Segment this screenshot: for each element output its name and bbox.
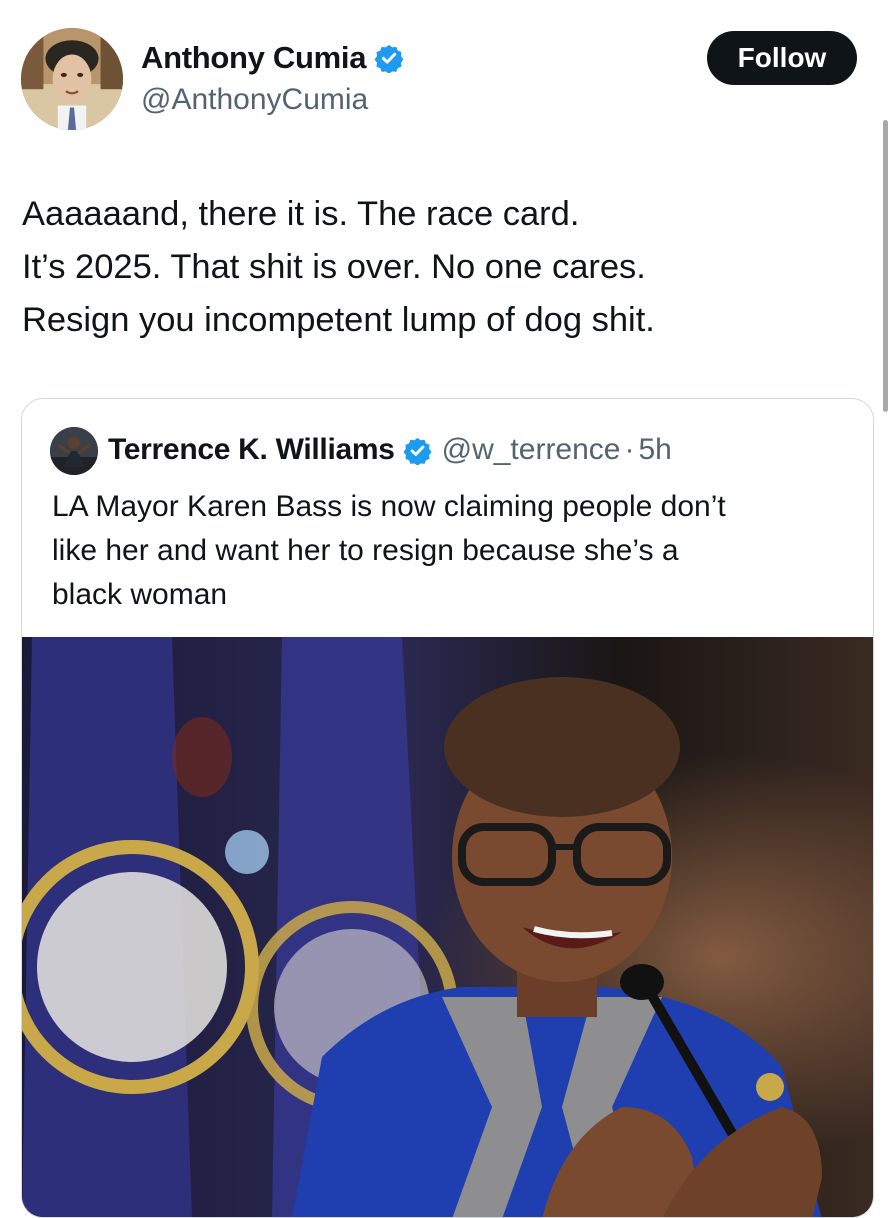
quoted-text-line: black woman [52, 578, 228, 611]
quoted-text-line: like her and want her to resign because … [52, 534, 679, 567]
quoted-author-name[interactable]: Terrence K. Williams [108, 433, 395, 467]
verified-badge-icon [374, 43, 404, 73]
quoted-tweet-time[interactable]: 5h [638, 433, 671, 467]
follow-button[interactable]: Follow [707, 31, 857, 85]
caricature-avatar-icon [21, 28, 123, 130]
tweet: Anthony Cumia @AnthonyCumia Follow Aaaaa… [0, 0, 896, 1218]
verified-badge-icon [403, 436, 432, 465]
quoted-tweet-image[interactable] [22, 637, 873, 1217]
quoted-tweet-header: Terrence K. Williams @w_terrence · 5h [108, 433, 672, 467]
quoted-author-handle[interactable]: @w_terrence [442, 433, 621, 467]
quoted-tweet-text: LA Mayor Karen Bass is now claiming peop… [52, 485, 852, 617]
author-name-row[interactable]: Anthony Cumia [141, 40, 404, 76]
person-avatar-icon [50, 427, 98, 475]
press-photo-icon [22, 637, 873, 1217]
tweet-text-line: Resign you incompetent lump of dog shit. [22, 301, 655, 339]
tweet-text: Aaaaaand, there it is. The race card. It… [22, 188, 862, 347]
quoted-author-avatar[interactable] [50, 427, 98, 475]
scrollbar[interactable] [883, 120, 888, 412]
author-avatar[interactable] [21, 28, 123, 130]
author-handle[interactable]: @AnthonyCumia [141, 83, 368, 117]
separator-dot: · [624, 433, 635, 466]
tweet-text-line: Aaaaaand, there it is. The race card. [22, 195, 580, 233]
quoted-tweet[interactable]: Terrence K. Williams @w_terrence · 5h LA… [21, 398, 874, 1218]
quoted-text-line: LA Mayor Karen Bass is now claiming peop… [52, 490, 726, 523]
tweet-text-line: It’s 2025. That shit is over. No one car… [22, 248, 646, 286]
author-name[interactable]: Anthony Cumia [141, 40, 366, 76]
